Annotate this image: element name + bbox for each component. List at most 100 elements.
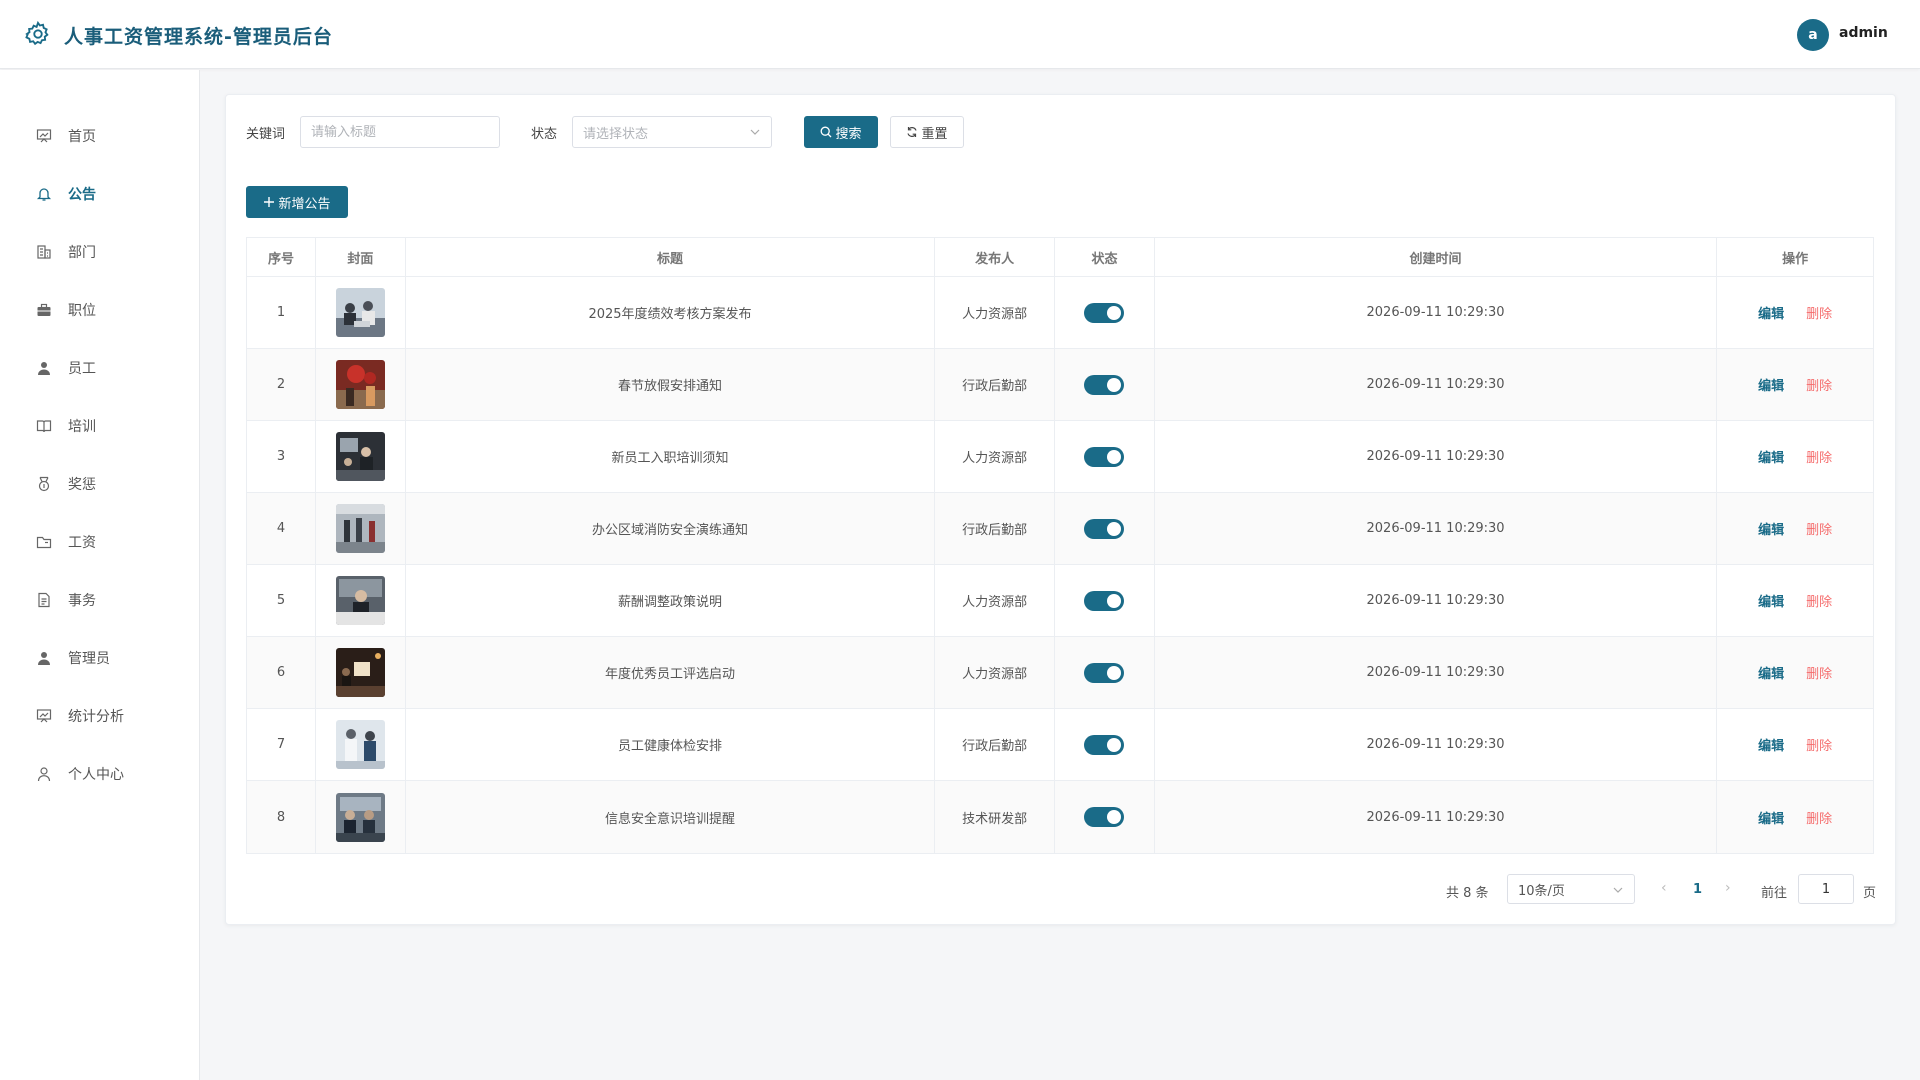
- avatar[interactable]: a: [1797, 19, 1829, 51]
- sidebar-item-employee[interactable]: 员工: [0, 348, 199, 388]
- delete-link[interactable]: 删除: [1806, 447, 1832, 466]
- column-header-created: 创建时间: [1155, 238, 1718, 276]
- sidebar-item-label: 首页: [68, 129, 96, 145]
- edit-link[interactable]: 编辑: [1758, 808, 1784, 827]
- user-outline-icon: [35, 765, 53, 783]
- folder-icon: [35, 533, 53, 551]
- status-switch[interactable]: [1084, 590, 1125, 611]
- status-switch[interactable]: [1084, 807, 1125, 827]
- search-button-label: 搜索: [835, 126, 862, 142]
- add-notice-button[interactable]: 新增公告: [246, 186, 348, 218]
- status-switch[interactable]: [1084, 446, 1125, 467]
- row-title: 办公区域消防安全演练通知: [406, 493, 936, 564]
- cover-thumbnail[interactable]: [335, 288, 385, 337]
- table-row: 2 春节放假安排通知 行政后勤部 2026-09-11 10:29:30 编辑 删…: [247, 349, 1873, 421]
- sidebar-item-profile[interactable]: 个人中心: [0, 754, 199, 794]
- sidebar-item-label: 管理员: [68, 651, 110, 667]
- edit-link[interactable]: 编辑: [1758, 375, 1784, 394]
- search-button[interactable]: 搜索: [804, 116, 878, 148]
- row-index: 7: [247, 709, 316, 780]
- search-icon: [821, 126, 832, 138]
- delete-link[interactable]: 删除: [1806, 519, 1832, 538]
- sidebar-item-label: 奖惩: [68, 477, 96, 493]
- status-switch[interactable]: [1084, 662, 1125, 683]
- sidebar-item-home[interactable]: 首页: [0, 116, 199, 156]
- cover-thumbnail[interactable]: [335, 432, 385, 481]
- edit-link[interactable]: 编辑: [1758, 303, 1784, 322]
- sidebar-item-salary[interactable]: 工资: [0, 522, 199, 562]
- edit-link[interactable]: 编辑: [1758, 591, 1784, 610]
- page-size-select[interactable]: 10条/页: [1507, 874, 1635, 904]
- cover-thumbnail[interactable]: [335, 792, 385, 842]
- status-switch[interactable]: [1084, 374, 1125, 395]
- row-title: 春节放假安排通知: [406, 349, 936, 420]
- cover-thumbnail[interactable]: [335, 648, 385, 697]
- sidebar-item-affairs[interactable]: 事务: [0, 580, 199, 620]
- delete-link[interactable]: 删除: [1806, 375, 1832, 394]
- delete-link[interactable]: 删除: [1806, 735, 1832, 754]
- row-publisher: 人力资源部: [935, 637, 1056, 708]
- status-switch[interactable]: [1084, 734, 1125, 755]
- row-publisher: 人力资源部: [935, 277, 1056, 348]
- plus-icon: [264, 197, 275, 207]
- sidebar-item-statistics[interactable]: 统计分析: [0, 696, 199, 736]
- delete-link[interactable]: 删除: [1806, 663, 1832, 682]
- sidebar-item-admin[interactable]: 管理员: [0, 638, 199, 678]
- sidebar-item-label: 统计分析: [68, 709, 124, 725]
- status-select-placeholder: 请选择状态: [583, 126, 649, 142]
- keyword-input[interactable]: [300, 116, 500, 148]
- gear-icon: [25, 20, 49, 46]
- reset-button[interactable]: 重置: [890, 116, 964, 148]
- page-number-current[interactable]: 1: [1693, 882, 1702, 897]
- sidebar-item-notice[interactable]: 公告: [0, 174, 199, 214]
- row-title: 员工健康体检安排: [406, 709, 936, 780]
- cover-thumbnail[interactable]: [335, 504, 385, 553]
- row-title: 信息安全意识培训提醒: [406, 781, 936, 853]
- row-publisher: 行政后勤部: [935, 349, 1056, 420]
- chart-board-icon: [35, 707, 53, 725]
- sidebar-item-reward[interactable]: 奖惩: [0, 464, 199, 504]
- row-index: 8: [247, 781, 316, 853]
- column-header-status: 状态: [1055, 238, 1155, 276]
- user-icon: [35, 359, 53, 377]
- goto-page-input[interactable]: [1798, 874, 1854, 904]
- status-select[interactable]: 请选择状态: [572, 116, 772, 148]
- sidebar-item-training[interactable]: 培训: [0, 406, 199, 446]
- row-publisher: 行政后勤部: [935, 709, 1056, 780]
- row-title: 薪酬调整政策说明: [406, 565, 936, 636]
- sidebar-item-label: 员工: [68, 361, 96, 377]
- delete-link[interactable]: 删除: [1806, 303, 1832, 322]
- add-notice-button-label: 新增公告: [278, 196, 331, 212]
- row-publisher: 行政后勤部: [935, 493, 1056, 564]
- row-publisher: 技术研发部: [935, 781, 1056, 853]
- status-label: 状态: [531, 127, 558, 142]
- column-header-title: 标题: [406, 238, 936, 276]
- app-title: 人事工资管理系统-管理员后台: [64, 26, 333, 48]
- cover-thumbnail[interactable]: [335, 576, 385, 625]
- status-switch[interactable]: [1084, 302, 1125, 323]
- edit-link[interactable]: 编辑: [1758, 519, 1784, 538]
- status-switch[interactable]: [1084, 518, 1125, 539]
- delete-link[interactable]: 删除: [1806, 808, 1832, 827]
- medal-icon: [35, 475, 53, 493]
- edit-link[interactable]: 编辑: [1758, 663, 1784, 682]
- sidebar-item-position[interactable]: 职位: [0, 290, 199, 330]
- briefcase-icon: [35, 301, 53, 319]
- sidebar-item-label: 培训: [68, 419, 96, 435]
- row-index: 6: [247, 637, 316, 708]
- user-name[interactable]: admin: [1839, 25, 1888, 41]
- page-size-value: 10条/页: [1518, 883, 1565, 899]
- content-card: 关键词 状态 请选择状态 搜索 重置 新增公告 序号 封面 标题 发布人 状态 …: [225, 94, 1896, 925]
- delete-link[interactable]: 删除: [1806, 591, 1832, 610]
- cover-thumbnail[interactable]: [335, 360, 385, 409]
- row-created-time: 2026-09-11 10:29:30: [1155, 565, 1718, 636]
- edit-link[interactable]: 编辑: [1758, 447, 1784, 466]
- row-index: 4: [247, 493, 316, 564]
- cover-thumbnail[interactable]: [335, 720, 385, 769]
- sidebar-item-department[interactable]: 部门: [0, 232, 199, 272]
- edit-link[interactable]: 编辑: [1758, 735, 1784, 754]
- next-page-icon[interactable]: ›: [1725, 880, 1731, 896]
- building-icon: [35, 243, 53, 261]
- prev-page-icon[interactable]: ‹: [1661, 880, 1667, 896]
- row-publisher: 人力资源部: [935, 565, 1056, 636]
